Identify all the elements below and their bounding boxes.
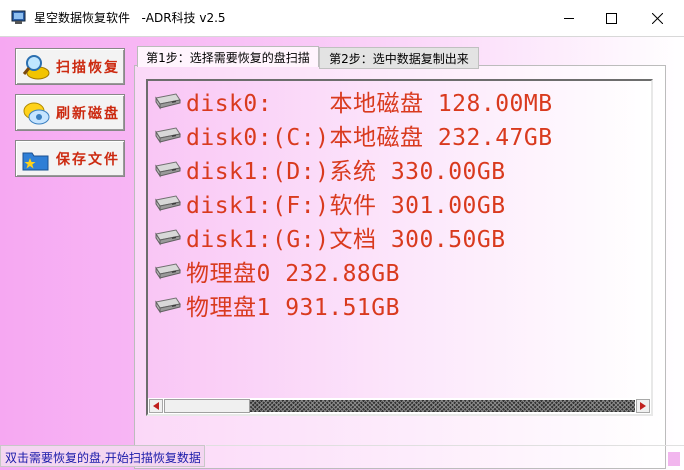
horizontal-scrollbar[interactable] — [148, 398, 651, 414]
disk-list-item[interactable]: 物理盘1 931.51GB — [152, 290, 400, 321]
drive-icon — [155, 297, 181, 314]
drive-icon — [155, 161, 181, 178]
status-bar: 双击需要恢复的盘,开始扫描恢复数据 — [0, 445, 205, 467]
disk-list-item[interactable]: disk0:(C:)本地磁盘 232.47GB — [152, 120, 553, 151]
scroll-left-button[interactable] — [149, 399, 163, 413]
save-file-label: 保存文件 — [56, 152, 120, 168]
window-title: 星空数据恢复软件 -ADR科技 v2.5 — [34, 11, 226, 25]
refresh-disk-label: 刷新磁盘 — [56, 106, 120, 122]
disk-item-label: disk1:(F:)软件 301.00GB — [186, 193, 506, 219]
tab-step2[interactable]: 第2步：选中数据复制出来 — [319, 47, 479, 69]
status-bar-filler — [206, 445, 684, 467]
magnifier-disk-icon — [22, 55, 50, 80]
disk-item-label: disk0: 本地磁盘 128.00MB — [186, 91, 553, 117]
disk-list-item[interactable]: disk1:(D:)系统 330.00GB — [152, 154, 506, 185]
close-icon — [651, 12, 663, 24]
scan-recover-button[interactable]: 扫描恢复 — [15, 48, 125, 85]
disk-list-item[interactable]: disk1:(G:)文档 300.50GB — [152, 222, 506, 253]
scroll-right-button[interactable] — [636, 399, 650, 413]
minimize-icon — [563, 17, 574, 19]
scroll-left-icon — [153, 402, 159, 410]
disk-list[interactable]: disk0: 本地磁盘 128.00MB disk0:(C:)本地磁盘 232.… — [146, 79, 653, 416]
minimize-button[interactable] — [546, 0, 592, 36]
disk-item-label: disk1:(G:)文档 300.50GB — [186, 227, 506, 253]
app-icon — [11, 10, 26, 24]
disk-list-item[interactable]: disk0: 本地磁盘 128.00MB — [152, 86, 553, 117]
disk-item-label: 物理盘0 232.88GB — [186, 261, 400, 287]
maximize-icon — [605, 12, 617, 24]
resize-grip-icon[interactable] — [668, 452, 680, 466]
drive-icon — [155, 263, 181, 280]
close-button[interactable] — [634, 0, 680, 36]
status-text: 双击需要恢复的盘,开始扫描恢复数据 — [5, 451, 201, 465]
disk-item-label: 物理盘1 931.51GB — [186, 295, 400, 321]
refresh-disk-icon — [23, 102, 50, 125]
drive-icon — [155, 93, 181, 110]
tab-step2-label: 第2步：选中数据复制出来 — [329, 51, 469, 66]
disk-list-item[interactable]: 物理盘0 232.88GB — [152, 256, 400, 287]
drive-icon — [155, 195, 181, 212]
refresh-disk-button[interactable]: 刷新磁盘 — [15, 94, 125, 131]
title-bar: 星空数据恢复软件 -ADR科技 v2.5 — [0, 0, 684, 37]
save-folder-icon — [22, 152, 49, 171]
scroll-right-icon — [640, 402, 646, 410]
scan-recover-label: 扫描恢复 — [56, 60, 120, 76]
drive-icon — [155, 229, 181, 246]
save-file-button[interactable]: 保存文件 — [15, 140, 125, 177]
maximize-button[interactable] — [588, 0, 634, 36]
scroll-thumb[interactable] — [164, 399, 250, 413]
tab-step1-label: 第1步：选择需要恢复的盘扫描 — [146, 50, 310, 65]
drive-icon — [155, 127, 181, 144]
disk-item-label: disk1:(D:)系统 330.00GB — [186, 159, 506, 185]
tab-step1[interactable]: 第1步：选择需要恢复的盘扫描 — [137, 46, 319, 67]
disk-item-label: disk0:(C:)本地磁盘 232.47GB — [186, 125, 553, 151]
disk-list-item[interactable]: disk1:(F:)软件 301.00GB — [152, 188, 506, 219]
